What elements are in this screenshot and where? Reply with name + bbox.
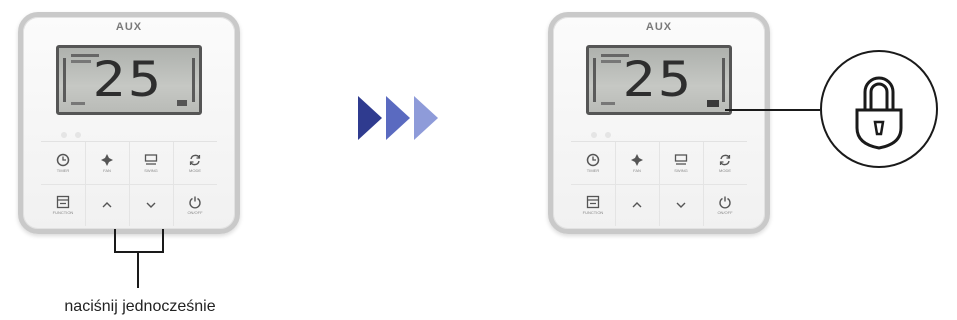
mode-icon: [189, 154, 201, 166]
lcd-indicator-bar: [722, 58, 725, 102]
brand-logo: AUX: [115, 21, 143, 33]
mode-button[interactable]: MODE: [703, 142, 747, 184]
clock-icon: [56, 153, 70, 167]
fan-label: FAN: [633, 168, 641, 173]
mode-label: MODE: [189, 168, 201, 173]
power-icon: [719, 196, 731, 209]
chevron-up-icon: [102, 202, 112, 208]
triple-chevron-icon: [358, 96, 444, 145]
fan-icon: [101, 154, 113, 166]
callout-line: [725, 109, 820, 111]
mode-label: MODE: [719, 168, 731, 173]
lcd-indicator-bar: [63, 58, 66, 102]
timer-button[interactable]: TIMER: [41, 142, 85, 184]
fan-button[interactable]: FAN: [85, 142, 129, 184]
function-button[interactable]: FUNCTION: [41, 184, 85, 226]
power-button[interactable]: ON/OFF: [173, 184, 217, 226]
button-grid: TIMER FAN SWING MODE FUNCTION ON/OFF: [41, 141, 217, 226]
mode-icon: [719, 154, 731, 166]
timer-label: TIMER: [586, 168, 600, 173]
press-indicator-stem: [137, 252, 139, 288]
fan-button[interactable]: FAN: [615, 142, 659, 184]
timer-label: TIMER: [56, 168, 70, 173]
power-button[interactable]: ON/OFF: [703, 184, 747, 226]
lock-icon: [855, 76, 903, 150]
button-grid: TIMER FAN SWING MODE FUNCTION ON/OFF: [571, 141, 747, 226]
fan-label: FAN: [103, 168, 111, 173]
power-label: ON/OFF: [187, 210, 203, 215]
lcd-indicator-bar: [593, 58, 596, 102]
lock-callout: [820, 50, 938, 168]
brand-logo: AUX: [645, 21, 673, 33]
down-button[interactable]: [659, 184, 703, 226]
lcd-display: 25: [56, 45, 202, 115]
up-button[interactable]: [615, 184, 659, 226]
wall-controller-right: AUX 25 TIMER FAN SWING MODE FUNCTION ON/…: [548, 12, 770, 234]
timer-button[interactable]: TIMER: [571, 142, 615, 184]
function-label: FUNCTION: [582, 210, 604, 215]
power-icon: [189, 196, 201, 209]
power-label: ON/OFF: [717, 210, 733, 215]
function-icon: [586, 195, 600, 209]
instruction-caption: naciśnij jednocześnie: [64, 298, 216, 315]
chevron-up-icon: [632, 202, 642, 208]
lcd-indicator-bar: [192, 58, 195, 102]
swing-icon: [674, 154, 688, 165]
function-button[interactable]: FUNCTION: [571, 184, 615, 226]
up-button[interactable]: [85, 184, 129, 226]
function-label: FUNCTION: [52, 210, 74, 215]
temperature-readout: 25: [92, 52, 164, 108]
lcd-display: 25: [586, 45, 732, 115]
fan-icon: [631, 154, 643, 166]
swing-button[interactable]: SWING: [129, 142, 173, 184]
wall-controller-left: AUX 25 TIMER FAN SWING MODE FUNCTION ON/…: [18, 12, 240, 234]
swing-label: SWING: [144, 168, 158, 173]
function-icon: [56, 195, 70, 209]
chevron-down-icon: [676, 202, 686, 208]
swing-icon: [144, 154, 158, 165]
temperature-readout: 25: [622, 52, 694, 108]
down-button[interactable]: [129, 184, 173, 226]
swing-label: SWING: [674, 168, 688, 173]
press-indicator-bracket: [114, 229, 164, 253]
chevron-down-icon: [146, 202, 156, 208]
mode-button[interactable]: MODE: [173, 142, 217, 184]
lock-indicator: [707, 100, 719, 107]
clock-icon: [586, 153, 600, 167]
swing-button[interactable]: SWING: [659, 142, 703, 184]
